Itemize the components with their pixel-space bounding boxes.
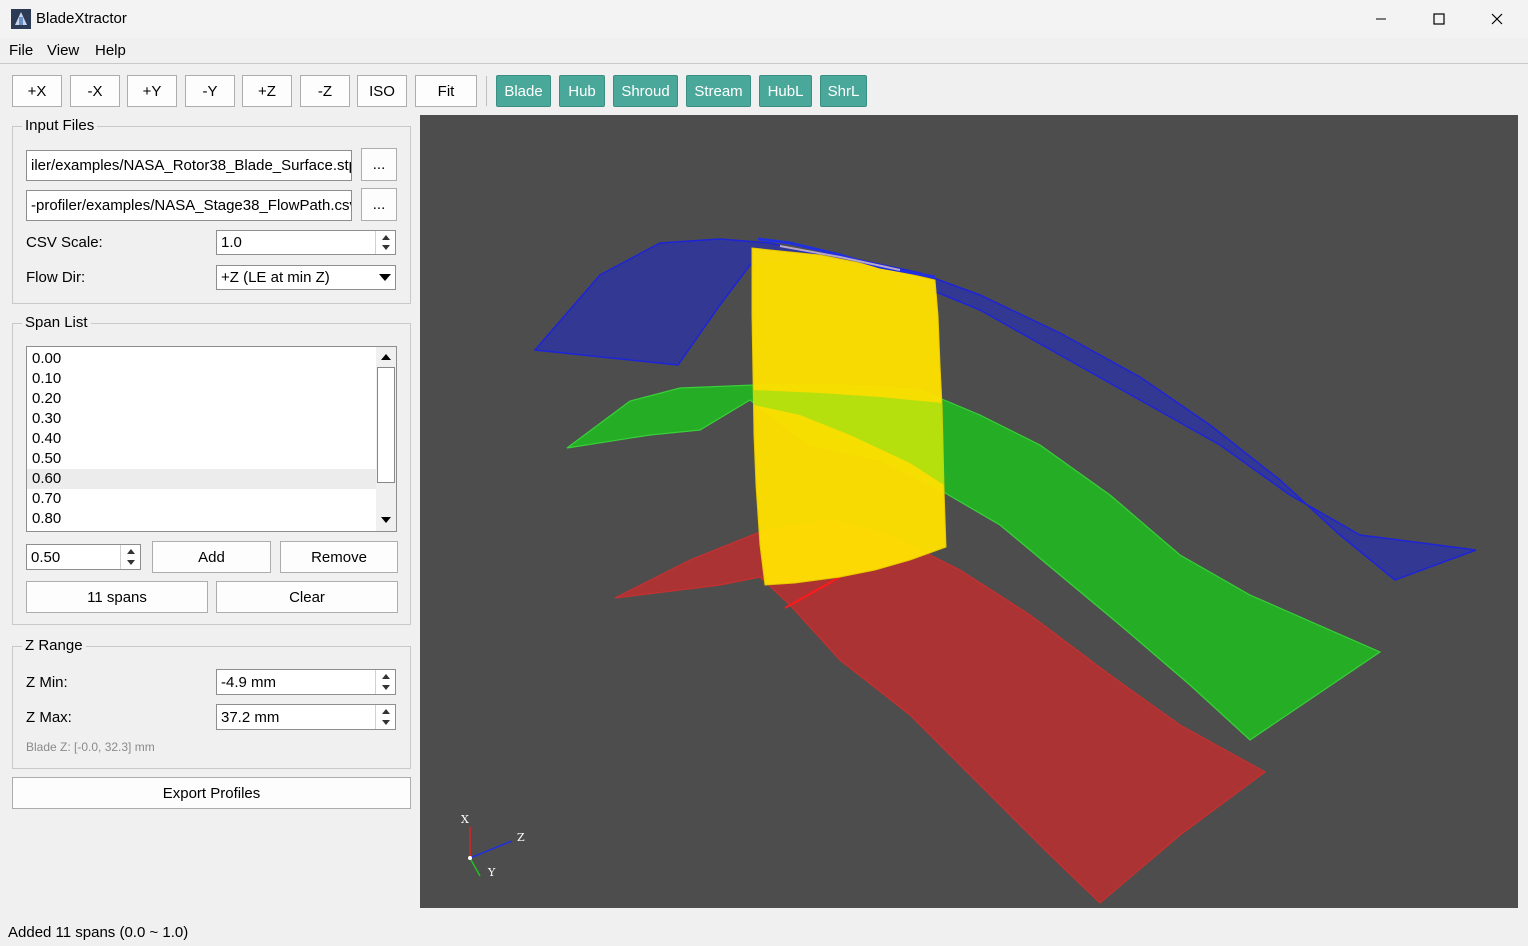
view-plus-x-button[interactable]: +X xyxy=(12,75,62,107)
y-axis-label: Y xyxy=(487,866,496,879)
toggle-hub-button[interactable]: Hub xyxy=(559,75,605,107)
scroll-up-icon[interactable] xyxy=(381,354,391,360)
spin-up-icon xyxy=(382,674,390,679)
3d-scene[interactable]: X Z Y xyxy=(420,115,1518,908)
maximize-icon xyxy=(1433,13,1445,25)
maximize-button[interactable] xyxy=(1410,0,1468,38)
new-span-value: 0.50 xyxy=(31,548,61,566)
browse-blade-button[interactable]: ... xyxy=(361,148,397,181)
list-item[interactable]: 0.50 xyxy=(27,449,376,469)
blade-file-input[interactable]: iler/examples/NASA_Rotor38_Blade_Surface… xyxy=(26,150,352,181)
spin-down-icon xyxy=(127,560,135,565)
y-axis-line xyxy=(469,857,481,877)
minimize-icon xyxy=(1376,18,1386,20)
z-max-stepper[interactable] xyxy=(375,705,395,729)
csv-scale-stepper[interactable] xyxy=(375,231,395,254)
span-list-title: Span List xyxy=(22,314,91,331)
window-title: BladeXtractor xyxy=(36,10,127,27)
minimize-button[interactable] xyxy=(1352,0,1410,38)
list-item[interactable]: 0.00 xyxy=(27,349,376,369)
toggle-shrl-button[interactable]: ShrL xyxy=(820,75,867,107)
list-item[interactable]: 0.80 xyxy=(27,509,376,529)
view-minus-z-button[interactable]: -Z xyxy=(300,75,350,107)
z-range-title: Z Range xyxy=(22,637,86,654)
list-item[interactable]: 0.40 xyxy=(27,429,376,449)
clear-spans-button[interactable]: Clear xyxy=(216,581,398,613)
list-scrollbar[interactable] xyxy=(376,347,396,531)
scroll-down-icon[interactable] xyxy=(381,517,391,523)
view-fit-button[interactable]: Fit xyxy=(415,75,477,107)
toggle-blade-button[interactable]: Blade xyxy=(496,75,551,107)
new-span-spinbox[interactable]: 0.50 xyxy=(26,544,141,570)
app-icon xyxy=(11,9,31,29)
csv-scale-value: 1.0 xyxy=(221,234,242,251)
z-max-value: 37.2 mm xyxy=(221,708,280,726)
x-axis-label: X xyxy=(461,813,469,826)
view-plus-y-button[interactable]: +Y xyxy=(127,75,177,107)
z-min-spinbox[interactable]: -4.9 mm xyxy=(216,669,396,695)
spin-down-icon xyxy=(382,685,390,690)
3d-viewport[interactable]: X Z Y xyxy=(420,115,1518,908)
list-item[interactable]: 0.70 xyxy=(27,489,376,509)
toolbar-separator xyxy=(486,76,487,106)
status-bar-text: Added 11 spans (0.0 ~ 1.0) xyxy=(8,924,189,941)
z-axis-label: Z xyxy=(517,831,525,844)
close-icon xyxy=(1491,13,1503,25)
browse-flowpath-button[interactable]: ... xyxy=(361,188,397,221)
chevron-down-icon xyxy=(379,274,391,281)
view-iso-button[interactable]: ISO xyxy=(357,75,407,107)
toggle-hubl-button[interactable]: HubL xyxy=(759,75,812,107)
span-count-button[interactable]: 11 spans xyxy=(26,581,208,613)
z-min-stepper[interactable] xyxy=(375,670,395,694)
list-item[interactable]: 0.10 xyxy=(27,369,376,389)
z-max-spinbox[interactable]: 37.2 mm xyxy=(216,704,396,730)
span-listbox[interactable]: 0.00 0.10 0.20 0.30 0.40 0.50 0.60 0.70 … xyxy=(26,346,397,532)
title-bar: BladeXtractor xyxy=(0,0,1528,38)
add-span-button[interactable]: Add xyxy=(152,541,271,573)
toggle-stream-button[interactable]: Stream xyxy=(686,75,751,107)
input-files-title: Input Files xyxy=(22,117,98,134)
view-minus-y-button[interactable]: -Y xyxy=(185,75,235,107)
new-span-stepper[interactable] xyxy=(120,545,140,569)
menu-help[interactable]: Help xyxy=(95,42,126,59)
flow-dir-select[interactable]: +Z (LE at min Z) xyxy=(216,265,396,290)
axis-triad: X Z Y xyxy=(461,813,525,879)
csv-scale-label: CSV Scale: xyxy=(26,234,103,251)
toggle-shroud-button[interactable]: Shroud xyxy=(613,75,678,107)
spin-down-icon xyxy=(382,245,390,250)
view-minus-x-button[interactable]: -X xyxy=(70,75,120,107)
spin-down-icon xyxy=(382,720,390,725)
z-min-value: -4.9 mm xyxy=(221,673,277,691)
axis-origin xyxy=(468,856,472,860)
menu-bar: File View Help xyxy=(0,38,1528,64)
remove-span-button[interactable]: Remove xyxy=(280,541,398,573)
view-plus-z-button[interactable]: +Z xyxy=(242,75,292,107)
z-axis-line xyxy=(469,840,513,859)
z-max-label: Z Max: xyxy=(26,709,72,726)
blade-z-info: Blade Z: [-0.0, 32.3] mm xyxy=(26,740,155,754)
csv-scale-spinbox[interactable]: 1.0 xyxy=(216,230,396,255)
menu-view[interactable]: View xyxy=(47,42,79,59)
spin-up-icon xyxy=(382,235,390,240)
menu-file[interactable]: File xyxy=(9,42,33,59)
spin-up-icon xyxy=(382,709,390,714)
list-item[interactable]: 0.30 xyxy=(27,409,376,429)
flow-dir-label: Flow Dir: xyxy=(26,269,86,286)
flow-dir-value: +Z (LE at min Z) xyxy=(221,269,330,286)
z-min-label: Z Min: xyxy=(26,674,68,691)
list-item-selected[interactable]: 0.60 xyxy=(27,469,376,489)
spin-up-icon xyxy=(127,549,135,554)
scrollbar-thumb[interactable] xyxy=(377,367,395,483)
close-button[interactable] xyxy=(1468,0,1526,38)
flowpath-file-input[interactable]: -profiler/examples/NASA_Stage38_FlowPath… xyxy=(26,190,352,221)
list-item[interactable]: 0.20 xyxy=(27,389,376,409)
export-profiles-button[interactable]: Export Profiles xyxy=(12,777,411,809)
